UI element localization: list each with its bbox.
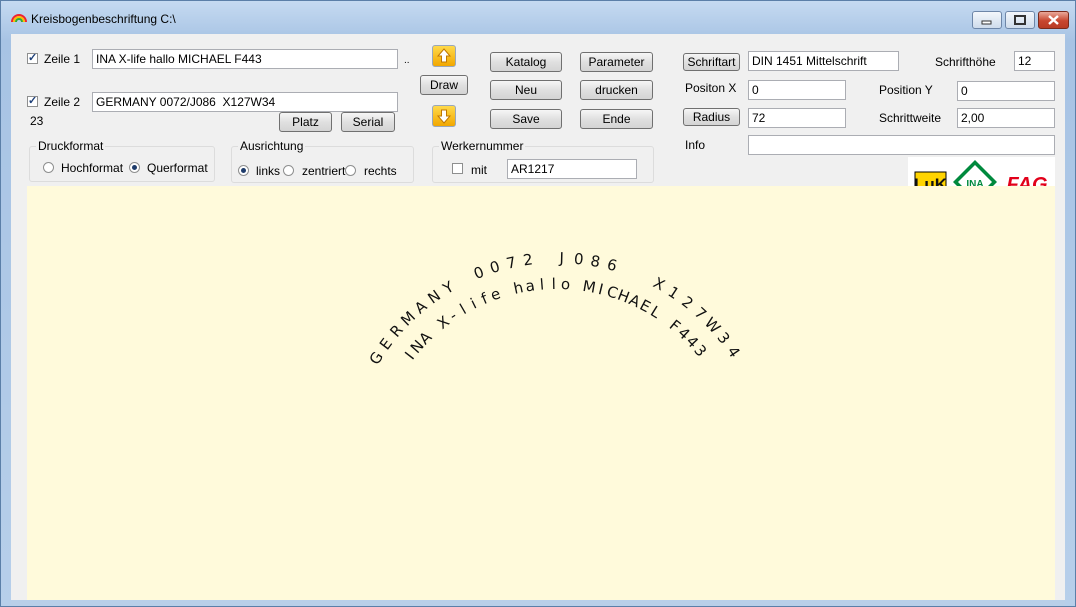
preview-char: o xyxy=(561,275,571,293)
minimize-button[interactable] xyxy=(972,11,1002,29)
line2-checkbox[interactable] xyxy=(27,94,38,107)
querformat-radio[interactable] xyxy=(129,162,140,173)
line2-label: Zeile 2 xyxy=(44,95,81,109)
preview-char: Y xyxy=(439,277,458,298)
line1-input[interactable] xyxy=(92,49,398,69)
draw-button[interactable]: Draw xyxy=(420,75,468,95)
schrifthoehe-label: Schrifthöhe xyxy=(935,55,996,69)
position-y-input[interactable] xyxy=(957,81,1055,101)
minimize-icon xyxy=(981,20,992,25)
preview-char: M xyxy=(581,277,597,297)
ausrichtung-group: Ausrichtung links zentriert rechts xyxy=(231,139,414,183)
hochformat-radio[interactable] xyxy=(43,162,54,173)
preview-char: A xyxy=(411,297,431,318)
line1-checkbox[interactable] xyxy=(27,51,38,64)
radius-input[interactable] xyxy=(748,108,846,128)
preview-canvas: INA X-life hallo MICHAEL F443 GERMANY 00… xyxy=(27,186,1055,600)
preview-char: 2 xyxy=(678,293,697,313)
preview-char: l xyxy=(457,300,470,318)
position-y-label: Position Y xyxy=(879,83,933,97)
preview-char: G xyxy=(366,348,387,367)
arrow-up-icon xyxy=(436,48,452,63)
katalog-button[interactable]: Katalog xyxy=(490,52,562,72)
arc-preview: INA X-life hallo M I CHAEL F443 GERMANY 00… xyxy=(366,249,744,368)
window-title: Kreisbogenbeschriftung C:\ xyxy=(31,12,176,26)
werkernummer-title: Werkernummer xyxy=(439,139,526,153)
preview-char: J xyxy=(558,249,564,267)
line1-more-indicator[interactable]: .. xyxy=(404,55,410,66)
info-label: Info xyxy=(685,138,706,152)
save-button[interactable]: Save xyxy=(490,109,562,129)
maximize-icon xyxy=(1014,15,1026,25)
line2-counter: 23 xyxy=(30,114,44,128)
werkernummer-checkbox[interactable] xyxy=(452,163,463,174)
parameter-button[interactable]: Parameter xyxy=(580,52,653,72)
position-x-input[interactable] xyxy=(748,80,846,100)
preview-char: 0 xyxy=(471,263,486,283)
preview-char: X xyxy=(650,274,668,295)
preview-char: M xyxy=(397,308,419,330)
werkernummer-input[interactable] xyxy=(507,159,637,179)
druckformat-title: Druckformat xyxy=(36,139,106,153)
links-radio[interactable] xyxy=(238,165,249,176)
druckformat-group: Druckformat Hochformat Querformat xyxy=(29,139,215,182)
preview-char: 1 xyxy=(665,283,683,303)
schrifthoehe-input[interactable] xyxy=(1014,51,1055,71)
preview-char: l xyxy=(539,275,545,293)
line2-input[interactable] xyxy=(92,92,398,112)
preview-char: 7 xyxy=(505,253,518,273)
querformat-label: Querformat xyxy=(147,161,208,175)
radius-button[interactable]: Radius xyxy=(683,108,740,126)
schrittweite-label: Schrittweite xyxy=(879,111,942,125)
neu-button[interactable]: Neu xyxy=(490,80,562,100)
preview-char: N xyxy=(424,286,444,307)
preview-char: 0 xyxy=(488,257,502,277)
preview-char: 8 xyxy=(589,252,602,271)
move-up-button[interactable] xyxy=(432,45,456,67)
drucken-button[interactable]: drucken xyxy=(580,80,653,100)
links-label: links xyxy=(256,164,281,178)
werkernummer-mit-label: mit xyxy=(471,163,487,177)
window-bottom-border xyxy=(11,600,1065,606)
preview-char: e xyxy=(488,284,503,304)
preview-char: a xyxy=(524,276,536,295)
preview-char: 0 xyxy=(573,250,584,269)
preview-char: E xyxy=(376,335,396,353)
ausrichtung-title: Ausrichtung xyxy=(238,139,306,153)
serial-button[interactable]: Serial xyxy=(341,112,395,132)
schriftart-button[interactable]: Schriftart xyxy=(683,53,740,71)
title-bar[interactable]: Kreisbogenbeschriftung C:\ xyxy=(1,1,1075,33)
preview-char: 4 xyxy=(723,343,743,361)
ende-button[interactable]: Ende xyxy=(580,109,653,129)
info-input[interactable] xyxy=(748,135,1055,155)
hochformat-label: Hochformat xyxy=(61,161,124,175)
arrow-down-icon xyxy=(436,109,452,124)
zentriert-radio[interactable] xyxy=(283,165,294,176)
maximize-button[interactable] xyxy=(1005,11,1035,29)
client-area: Zeile 1 .. Zeile 2 23 Platz Serial Draw … xyxy=(11,34,1065,600)
rainbow-app-icon xyxy=(11,14,27,23)
move-down-button[interactable] xyxy=(432,105,456,127)
preview-char: 6 xyxy=(605,255,619,275)
font-input[interactable] xyxy=(748,51,899,71)
position-x-label: Positon X xyxy=(685,81,737,95)
platz-button[interactable]: Platz xyxy=(279,112,332,132)
line1-label: Zeile 1 xyxy=(44,52,81,66)
main-window: Kreisbogenbeschriftung C:\ Zeile 1 .. Ze… xyxy=(0,0,1076,607)
rechts-label: rechts xyxy=(364,164,397,178)
zentriert-label: zentriert xyxy=(302,164,346,178)
preview-char: 2 xyxy=(522,250,534,269)
rechts-radio[interactable] xyxy=(345,165,356,176)
preview-char: h xyxy=(512,278,525,298)
preview-char: I xyxy=(597,280,606,299)
werkernummer-group: Werkernummer mit xyxy=(432,139,654,183)
preview-char: l xyxy=(551,275,555,293)
schrittweite-input[interactable] xyxy=(957,108,1055,128)
preview-char: i xyxy=(468,295,480,313)
close-button[interactable] xyxy=(1038,11,1069,29)
close-icon xyxy=(1048,15,1059,25)
